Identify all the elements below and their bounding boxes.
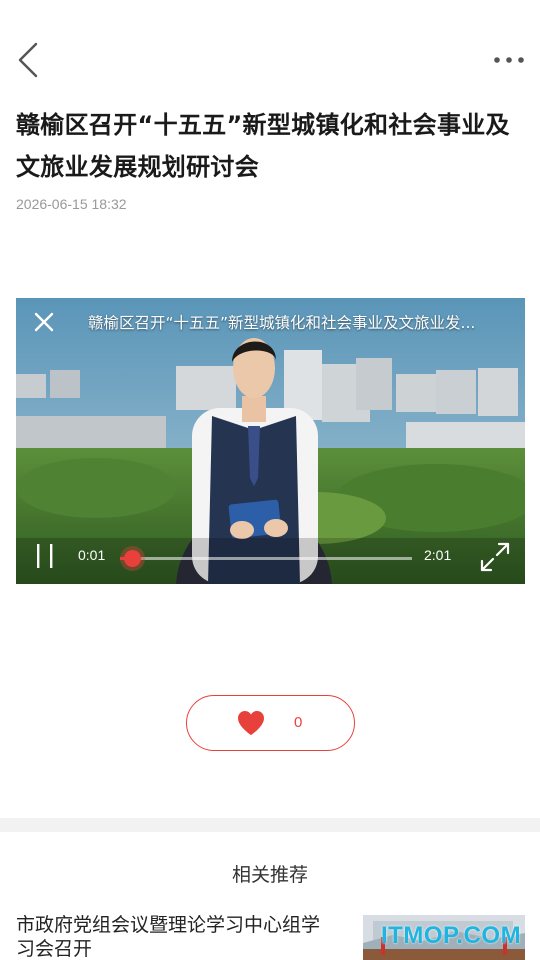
fullscreen-icon — [480, 542, 510, 572]
video-total-time: 2:01 — [424, 547, 452, 563]
fullscreen-button[interactable] — [478, 540, 512, 574]
section-divider — [0, 818, 540, 832]
article-title: 赣榆区召开“十五五”新型城镇化和社会事业及文旅业发展规划研讨会 — [16, 111, 510, 181]
back-button[interactable] — [14, 40, 44, 80]
more-horizontal-icon — [494, 57, 524, 63]
like-button[interactable]: 0 — [186, 695, 355, 751]
watermark-text: ITMOP.COM — [381, 922, 522, 949]
video-close-button[interactable] — [32, 310, 56, 334]
like-count: 0 — [294, 714, 303, 731]
related-item-title: 市政府党组会议暨理论学习中心组学习会召开 — [16, 914, 321, 960]
pause-icon — [37, 544, 53, 568]
video-progress-bar[interactable] — [120, 550, 412, 567]
top-bar — [0, 0, 540, 110]
more-button[interactable] — [492, 48, 528, 72]
pause-button[interactable] — [34, 542, 56, 570]
related-section-title: 相关推荐 — [231, 864, 308, 886]
video-progress-handle[interactable] — [123, 550, 141, 567]
video-title: 赣榆区召开“十五五”新型城镇化和社会事业及文旅业发... — [88, 314, 476, 332]
chevron-left-icon — [18, 42, 38, 78]
video-current-time: 0:01 — [78, 547, 106, 563]
close-icon — [34, 312, 54, 332]
heart-icon — [238, 711, 264, 735]
video-player[interactable]: 赣榆区召开“十五五”新型城镇化和社会事业及文旅业发... 0:01 2:01 — [16, 298, 525, 584]
article-published-time: 2026-06-15 18:32 — [16, 196, 127, 212]
video-controls: 0:01 2:01 — [16, 534, 525, 584]
